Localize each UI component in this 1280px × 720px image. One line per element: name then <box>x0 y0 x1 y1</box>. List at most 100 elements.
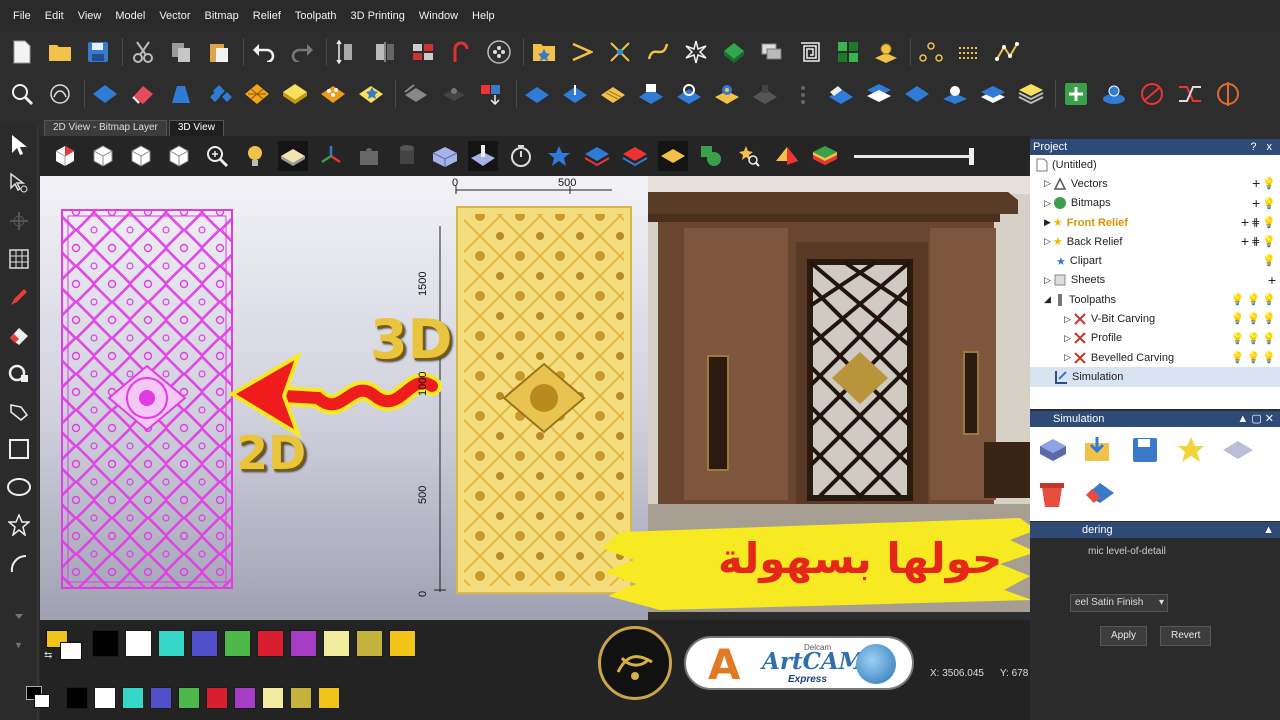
paste-relief-icon[interactable] <box>357 80 385 108</box>
merge-high-icon[interactable] <box>523 80 551 108</box>
view-iso-icon[interactable] <box>50 141 80 171</box>
secondary-color-swatch[interactable] <box>60 642 82 660</box>
close-icon[interactable]: x <box>1267 139 1273 155</box>
menu-vector[interactable]: Vector <box>152 0 197 32</box>
bulb-icon[interactable]: 💡 <box>1247 312 1261 325</box>
view-front-icon[interactable] <box>88 141 118 171</box>
sim-star-icon[interactable] <box>1176 435 1206 470</box>
transform-icon[interactable] <box>0 202 38 240</box>
add-icon[interactable]: + <box>1268 273 1276 287</box>
bulb-icon[interactable]: 💡 <box>1262 332 1276 345</box>
color-swatch[interactable] <box>178 687 200 709</box>
polyline-icon[interactable] <box>993 38 1021 66</box>
square-spiral-icon[interactable] <box>796 38 824 66</box>
texture-palette-icon[interactable] <box>827 80 855 108</box>
gold-plate-icon[interactable] <box>658 141 688 171</box>
add-icon[interactable]: + <box>1241 215 1249 229</box>
zoom-view-icon[interactable] <box>202 141 232 171</box>
reset-relief-icon[interactable] <box>1138 80 1166 108</box>
tree-item-profile[interactable]: ▷ Profile 💡 💡 💡 <box>1030 329 1280 348</box>
tab-3d-view[interactable]: 3D View <box>168 120 224 136</box>
layered-relief-icon[interactable] <box>1017 80 1045 108</box>
weave-icon[interactable] <box>243 80 271 108</box>
set-model-size-icon[interactable] <box>333 38 361 66</box>
bulb-icon[interactable]: 💡 <box>1262 235 1276 248</box>
light-bulb-icon[interactable] <box>240 141 270 171</box>
offset-relief-icon[interactable] <box>675 80 703 108</box>
tree-item-bevelled-carving[interactable]: ▷ Bevelled Carving 💡 💡 💡 <box>1030 348 1280 367</box>
tile-model-icon[interactable] <box>409 38 437 66</box>
spin-icon[interactable] <box>205 80 233 108</box>
3d-viewport[interactable]: 0 500 1500 1000 500 0 3D 2D <box>40 176 648 620</box>
expand-arrow-icon[interactable]: ▷ <box>1044 236 1051 247</box>
pyramid-icon[interactable] <box>772 141 802 171</box>
magnet-icon[interactable] <box>0 354 38 392</box>
dotted-lines-icon[interactable] <box>955 38 983 66</box>
tree-item-clipart[interactable]: ★ Clipart 💡 <box>1030 251 1280 270</box>
color-swatch[interactable] <box>125 630 152 657</box>
tree-item-front-relief[interactable]: ▶ ★ Front Relief + ⋕ 💡 <box>1030 213 1280 232</box>
bulb-icon[interactable]: 💡 <box>1262 293 1276 306</box>
two-rail-sweep-icon[interactable] <box>281 80 309 108</box>
tab-2d-view[interactable]: 2D View - Bitmap Layer <box>44 120 167 136</box>
collapse-arrow-icon[interactable]: ◢ <box>1044 294 1051 305</box>
relief-center-icon[interactable] <box>1214 80 1242 108</box>
grid-icon[interactable]: ⋕ <box>1251 216 1260 229</box>
color-swatch[interactable] <box>234 687 256 709</box>
secondary-color-swatch-2[interactable] <box>34 694 50 708</box>
lighting-slider[interactable] <box>854 146 978 166</box>
relief-layer-icon[interactable] <box>402 80 430 108</box>
menu-help[interactable]: Help <box>465 0 502 32</box>
swap-colors-icon[interactable]: ⇆ <box>44 650 52 661</box>
add-relief-icon[interactable] <box>1062 80 1090 108</box>
flat-relief-icon[interactable] <box>903 80 931 108</box>
save-icon[interactable] <box>84 38 112 66</box>
slider-handle[interactable] <box>969 148 974 165</box>
stopwatch-icon[interactable] <box>506 141 536 171</box>
relief-shape-icon[interactable] <box>720 38 748 66</box>
bulb-icon[interactable]: 💡 <box>1262 216 1276 229</box>
apply-button[interactable]: Apply <box>1100 626 1148 646</box>
layer-stack-icon[interactable] <box>582 141 612 171</box>
bulb-icon[interactable]: 💡 <box>1247 351 1261 364</box>
expand-arrow-icon[interactable]: ▶ <box>1044 217 1051 228</box>
bulb-icon[interactable]: 💡 <box>1262 177 1276 190</box>
color-swatch[interactable] <box>92 630 119 657</box>
color-swatch[interactable] <box>290 687 312 709</box>
menu-relief[interactable]: Relief <box>246 0 288 32</box>
expand-arrow-icon[interactable]: ▷ <box>1064 352 1071 363</box>
eraser-relief-icon[interactable] <box>129 80 157 108</box>
mirror-model-icon[interactable] <box>371 38 399 66</box>
lod-option[interactable]: mic level-of-detail <box>1088 546 1166 557</box>
color-swatch[interactable] <box>122 687 144 709</box>
color-swatch[interactable] <box>356 630 383 657</box>
bulb-icon[interactable]: 💡 <box>1262 312 1276 325</box>
panel-controls-icon[interactable]: ▲ ▢ ✕ <box>1237 411 1280 427</box>
color-swatch[interactable] <box>262 687 284 709</box>
block-material-icon[interactable] <box>430 141 460 171</box>
node-editing-icon[interactable] <box>917 38 945 66</box>
bulb-icon[interactable]: 💡 <box>1231 332 1245 345</box>
tree-item-sheets[interactable]: ▷ Sheets + <box>1030 271 1280 290</box>
sheet-stack-icon[interactable] <box>758 38 786 66</box>
expand-arrow-icon[interactable]: ▷ <box>1044 275 1051 286</box>
arc-tool-icon[interactable] <box>0 544 38 582</box>
redo-icon[interactable] <box>288 38 316 66</box>
menu-edit[interactable]: Edit <box>38 0 71 32</box>
new-file-icon[interactable] <box>8 38 36 66</box>
bulb-icon[interactable]: 💡 <box>1247 293 1261 306</box>
relief-dots-icon[interactable] <box>789 80 817 108</box>
color-swatch[interactable] <box>158 630 185 657</box>
sim-material-icon[interactable] <box>1222 439 1254 468</box>
color-swatch[interactable] <box>206 687 228 709</box>
color-swatch[interactable] <box>323 630 350 657</box>
finish-select[interactable]: eel Satin Finish ▾ <box>1070 594 1168 612</box>
invert-relief-icon[interactable] <box>1176 80 1204 108</box>
smooth-vector-icon[interactable] <box>644 38 672 66</box>
add-icon[interactable]: + <box>1241 234 1249 248</box>
expand-arrow-icon[interactable]: ▷ <box>1064 314 1071 325</box>
tree-item-toolpaths[interactable]: ◢ Toolpaths 💡 💡 💡 <box>1030 290 1280 309</box>
view-right-icon[interactable] <box>126 141 156 171</box>
import-clipart-icon[interactable] <box>530 38 558 66</box>
shape-editor-icon[interactable] <box>91 80 119 108</box>
